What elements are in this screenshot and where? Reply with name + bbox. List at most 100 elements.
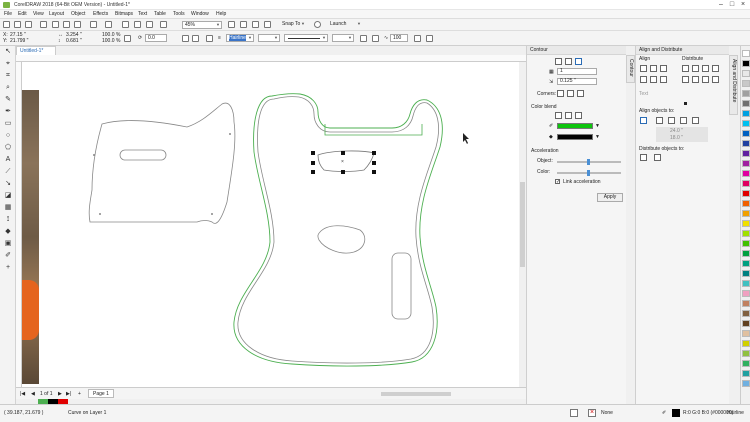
object-acceleration-thumb[interactable] <box>587 159 590 165</box>
selected-pickup-cavity[interactable] <box>317 150 375 172</box>
no-fill-icon[interactable]: × <box>588 409 596 417</box>
menu-view[interactable]: View <box>33 11 44 17</box>
palette-swatch[interactable] <box>742 370 750 377</box>
contour-inside-icon[interactable] <box>565 58 572 65</box>
menu-window[interactable]: Window <box>191 11 209 17</box>
quick-customize-icon[interactable] <box>426 35 433 42</box>
menu-layout[interactable]: Layout <box>49 11 64 17</box>
align-top-icon[interactable] <box>640 76 647 83</box>
vertical-scrollbar[interactable] <box>519 62 526 387</box>
menu-object[interactable]: Object <box>71 11 85 17</box>
palette-swatch[interactable] <box>742 90 750 97</box>
palette-swatch[interactable] <box>742 240 750 247</box>
snap-to-dropdown[interactable]: Snap To ▼ <box>280 21 306 29</box>
launch-dropdown[interactable]: Launch ▼ <box>328 21 362 29</box>
color-acceleration-slider[interactable] <box>557 170 621 176</box>
mirror-vertical-icon[interactable] <box>192 35 199 42</box>
close-curve-icon[interactable] <box>360 35 367 42</box>
distribute-middle-icon[interactable] <box>692 76 699 83</box>
distribute-spacing-h-icon[interactable] <box>712 65 719 72</box>
align-to-page-edge-icon[interactable] <box>656 117 663 124</box>
undo-icon[interactable] <box>90 21 97 28</box>
palette-swatch[interactable] <box>742 180 750 187</box>
crop-tool-icon[interactable]: ⌗ <box>4 72 12 79</box>
distribute-right-icon[interactable] <box>702 65 709 72</box>
fill-color-swatch[interactable] <box>557 134 593 140</box>
corner-round-icon[interactable] <box>567 90 574 97</box>
palette-swatch[interactable] <box>742 250 750 257</box>
side-tab-contour[interactable]: Contour <box>626 55 635 83</box>
palette-swatch[interactable] <box>742 340 750 347</box>
menu-edit[interactable]: Edit <box>18 11 27 17</box>
pickup-slot[interactable] <box>119 149 167 161</box>
paste-icon[interactable] <box>74 21 81 28</box>
contour-steps-field[interactable]: 1 <box>557 68 597 75</box>
palette-swatch[interactable] <box>742 130 750 137</box>
shape-tool-icon[interactable]: ⌖ <box>4 60 12 67</box>
menu-bitmaps[interactable]: Bitmaps <box>115 11 133 17</box>
align-to-page-center-icon[interactable] <box>668 117 675 124</box>
distribute-spacing-v-icon[interactable] <box>712 76 719 83</box>
open-icon[interactable] <box>14 21 21 28</box>
align-point-y[interactable]: 18.0 " <box>670 135 683 141</box>
palette-swatch[interactable] <box>742 110 750 117</box>
options-gear-icon[interactable] <box>314 21 321 28</box>
distribute-to-selection-icon[interactable] <box>640 154 647 161</box>
body-outline[interactable] <box>237 96 439 364</box>
palette-swatch[interactable] <box>742 330 750 337</box>
palette-swatch[interactable] <box>742 380 750 387</box>
menu-tools[interactable]: Tools <box>173 11 185 17</box>
add-page-icon[interactable]: + <box>78 391 81 397</box>
end-arrowhead-combo[interactable]: ▼ <box>332 34 354 42</box>
rotation-angle-field[interactable]: 0.0 <box>145 34 167 42</box>
counterclockwise-blend-icon[interactable] <box>575 112 582 119</box>
contour-outside-icon[interactable] <box>575 58 582 65</box>
align-center-vertical-icon[interactable] <box>650 76 657 83</box>
show-grid-icon[interactable] <box>252 21 259 28</box>
document-palette-red[interactable] <box>58 399 68 404</box>
save-icon[interactable] <box>25 21 32 28</box>
distribute-center-icon[interactable] <box>692 65 699 72</box>
menu-effects[interactable]: Effects <box>93 11 108 17</box>
menu-table[interactable]: Table <box>154 11 166 17</box>
object-acceleration-slider[interactable] <box>557 159 621 165</box>
palette-swatch[interactable] <box>742 200 750 207</box>
add-tool-icon[interactable]: + <box>4 264 12 271</box>
print-icon[interactable] <box>40 21 47 28</box>
align-to-point-icon[interactable] <box>692 117 699 124</box>
freehand-tool-icon[interactable]: ✎ <box>4 96 12 103</box>
copy-icon[interactable] <box>63 21 70 28</box>
mirror-horizontal-icon[interactable] <box>182 35 189 42</box>
bridge-slot[interactable] <box>391 252 412 320</box>
palette-swatch[interactable] <box>742 140 750 147</box>
drawing-canvas[interactable]: × <box>22 62 519 387</box>
palette-swatch[interactable] <box>742 360 750 367</box>
color-acceleration-thumb[interactable] <box>587 170 590 176</box>
palette-swatch[interactable] <box>742 280 750 287</box>
palette-swatch[interactable] <box>742 60 750 67</box>
document-palette-black[interactable] <box>48 399 58 404</box>
zoom-level-combo[interactable]: 45% ▼ <box>182 21 222 29</box>
fill-indicator-icon[interactable] <box>570 409 578 417</box>
corner-miter-icon[interactable] <box>557 90 564 97</box>
palette-swatch[interactable] <box>742 320 750 327</box>
show-guidelines-icon[interactable] <box>264 21 271 28</box>
first-page-icon[interactable]: |◀ <box>20 391 25 397</box>
align-to-active-object-icon[interactable] <box>640 117 647 124</box>
full-screen-icon[interactable] <box>228 21 235 28</box>
page-tab[interactable]: Page 1 <box>88 389 114 398</box>
pick-tool-icon[interactable]: ↖ <box>4 48 12 55</box>
corner-bevel-icon[interactable] <box>577 90 584 97</box>
next-page-icon[interactable]: ▶ <box>58 391 62 397</box>
chevron-down-icon[interactable]: ▼ <box>595 134 600 140</box>
palette-swatch[interactable] <box>742 230 750 237</box>
wrap-text-icon[interactable] <box>414 35 421 42</box>
export-icon[interactable] <box>146 21 153 28</box>
menu-text[interactable]: Text <box>138 11 147 17</box>
line-style-combo[interactable]: ▼ <box>284 34 328 42</box>
blend-tool-icon[interactable]: ◪ <box>4 192 12 199</box>
transparency-tool-icon[interactable]: ▦ <box>4 204 12 211</box>
contour-to-center-icon[interactable] <box>555 58 562 65</box>
show-rulers-icon[interactable] <box>240 21 247 28</box>
minimize-icon[interactable]: – <box>716 1 726 9</box>
